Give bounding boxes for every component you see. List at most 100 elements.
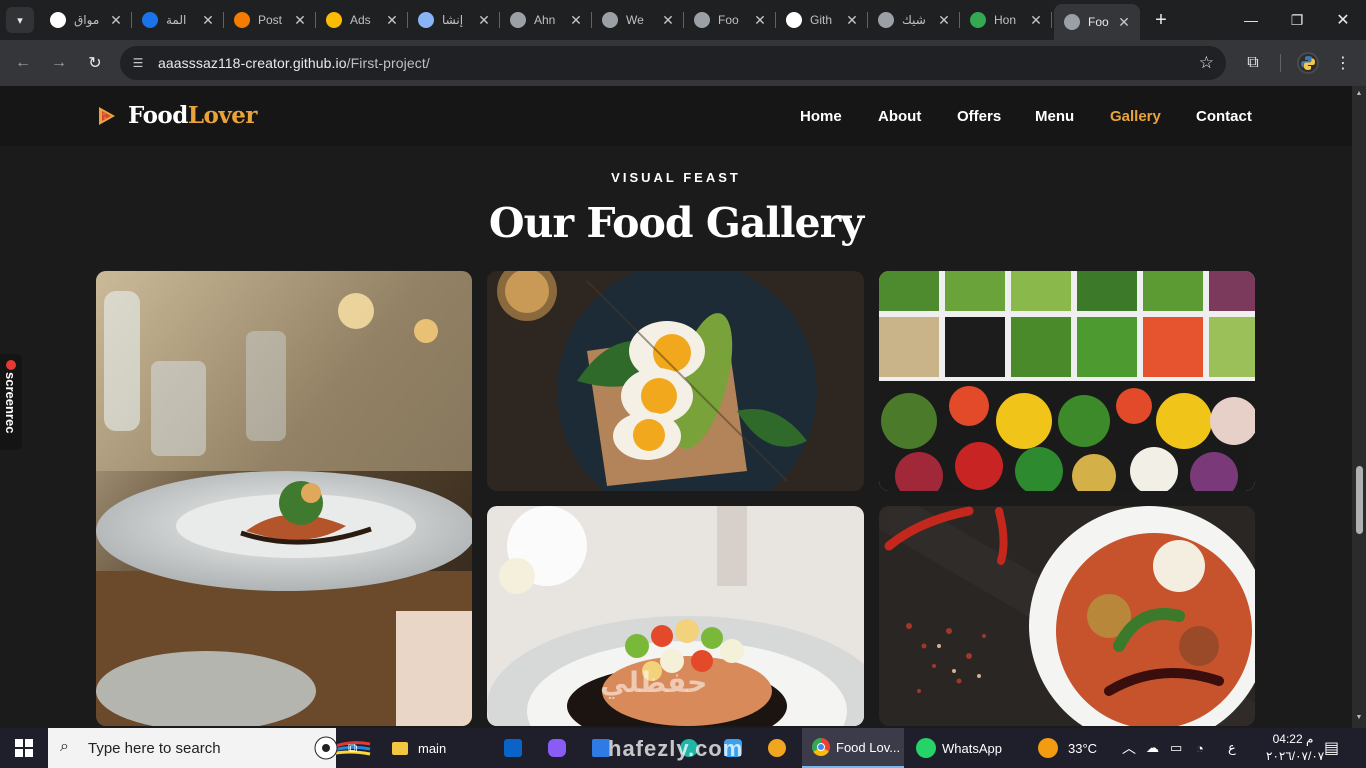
toolbar-divider xyxy=(1280,54,1281,72)
egg-avocado-toast-photo xyxy=(487,271,864,491)
tab-close-icon[interactable]: ✕ xyxy=(844,12,860,28)
site-logo[interactable]: FoodLover xyxy=(98,102,257,129)
forward-button[interactable]: → xyxy=(47,51,71,75)
browser-tab[interactable]: Ahn ✕ xyxy=(500,6,592,34)
search-icon: ⌕ xyxy=(60,738,69,755)
start-button[interactable] xyxy=(0,728,48,768)
whatsapp-icon xyxy=(916,738,936,758)
browser-tab[interactable]: مواق ✕ xyxy=(40,6,132,34)
site-header: FoodLover Home About Offers Menu Gallery Cont… xyxy=(0,86,1352,146)
restore-button[interactable]: ❐ xyxy=(1274,0,1320,40)
browser-tab[interactable]: Foo ✕ xyxy=(1054,4,1140,40)
taskbar-item-explorer[interactable]: main xyxy=(392,728,462,768)
tab-close-icon[interactable]: ✕ xyxy=(660,12,676,28)
tab-close-icon[interactable]: ✕ xyxy=(476,12,492,28)
tab-close-icon[interactable]: ✕ xyxy=(292,12,308,28)
gallery-item-salad-bar[interactable] xyxy=(879,271,1255,491)
page-scrollbar[interactable]: ▲ ▼ xyxy=(1352,86,1366,728)
tab-close-icon[interactable]: ✕ xyxy=(1028,12,1044,28)
tab-close-icon[interactable]: ✕ xyxy=(200,12,216,28)
weather-sun-icon xyxy=(1038,738,1058,758)
screenrec-widget[interactable]: screenrec xyxy=(0,354,22,450)
new-tab-button[interactable]: + xyxy=(1150,9,1172,31)
tab-close-icon[interactable]: ✕ xyxy=(384,12,400,28)
battery-icon[interactable]: ▭ xyxy=(1170,728,1182,768)
spiral-icon xyxy=(142,12,158,28)
browser-tab[interactable]: Gith ✕ xyxy=(776,6,868,34)
globe-icon xyxy=(1064,14,1080,30)
nav-link-menu[interactable]: Menu xyxy=(1035,108,1074,125)
vpn-shield-icon[interactable] xyxy=(768,728,790,768)
screenrec-label: screenrec xyxy=(3,372,18,434)
browser-tab[interactable]: إنشا ✕ xyxy=(408,6,500,34)
taskbar-search-box[interactable]: ⌕ Type here to search xyxy=(48,728,371,768)
outlook-icon[interactable] xyxy=(504,728,526,768)
nav-link-contact[interactable]: Contact xyxy=(1196,108,1252,125)
notifications-icon[interactable]: ▤ xyxy=(1324,728,1339,768)
tab-title: Post xyxy=(258,13,283,27)
nav-link-gallery[interactable]: Gallery xyxy=(1110,108,1161,125)
browser-tab[interactable]: We ✕ xyxy=(592,6,684,34)
task-view-icon[interactable]: ⧉ xyxy=(348,728,372,768)
folder-icon xyxy=(392,741,408,755)
address-bar[interactable]: ☰ aaasssaz118-creator.github.io/First-pr… xyxy=(120,46,1226,80)
back-button[interactable]: ← xyxy=(11,51,35,75)
taskbar-item-label: WhatsApp xyxy=(942,740,1002,756)
onedrive-icon[interactable]: ☁ xyxy=(1146,728,1159,768)
keyboard-language-indicator[interactable]: ع xyxy=(1228,728,1236,768)
curry-bowl-chili-photo xyxy=(879,506,1255,726)
site-settings-icon[interactable]: ☰ xyxy=(130,55,146,71)
nav-link-about[interactable]: About xyxy=(878,108,921,125)
gallery-item-curry-bowl[interactable] xyxy=(879,506,1255,726)
tab-title: مواق xyxy=(74,13,100,27)
pizza-slice-icon xyxy=(99,106,115,125)
tab-close-icon[interactable]: ✕ xyxy=(1116,14,1132,30)
nav-link-offers[interactable]: Offers xyxy=(957,108,1001,125)
taskbar-item-chrome[interactable]: Food Lov... xyxy=(802,728,904,768)
browser-tab[interactable]: Post ✕ xyxy=(224,6,316,34)
show-hidden-icons-icon[interactable]: ︿ xyxy=(1122,728,1136,768)
close-window-button[interactable]: ✕ xyxy=(1320,0,1366,40)
clock-date: ٢٠٢٦/٠٧/٠٧ xyxy=(1266,749,1325,763)
weather-widget[interactable]: 33°C xyxy=(1038,728,1097,768)
tab-title: Hon xyxy=(994,13,1017,27)
tab-title: Gith xyxy=(810,13,833,27)
tab-title: المة xyxy=(166,13,187,27)
browser-tab[interactable]: Hon ✕ xyxy=(960,6,1052,34)
chrome-menu-icon[interactable]: ⋮ xyxy=(1331,51,1355,75)
wifi-icon[interactable]: ◔ xyxy=(1196,728,1204,768)
search-placeholder: Type here to search xyxy=(88,739,221,757)
minimize-button[interactable]: — xyxy=(1228,0,1274,40)
browser-tab[interactable]: المة ✕ xyxy=(132,6,224,34)
blogger-icon xyxy=(234,12,250,28)
tab-search-button[interactable]: ▾ xyxy=(6,7,34,33)
tab-close-icon[interactable]: ✕ xyxy=(936,12,952,28)
globe-icon xyxy=(602,12,618,28)
tab-close-icon[interactable]: ✕ xyxy=(752,12,768,28)
extensions-icon[interactable]: ⧉ xyxy=(1241,51,1265,75)
scroll-thumb[interactable] xyxy=(1356,466,1363,534)
taskbar-item-whatsapp[interactable]: WhatsApp xyxy=(910,728,1010,768)
browser-tab[interactable]: Foo ✕ xyxy=(684,6,776,34)
scroll-up-icon[interactable]: ▲ xyxy=(1355,90,1363,98)
temperature-text: 33°C xyxy=(1068,740,1098,756)
browser-tab[interactable]: Ads ✕ xyxy=(316,6,408,34)
nav-link-home[interactable]: Home xyxy=(800,108,842,125)
tab-title: Foo xyxy=(1088,15,1109,29)
bookmark-star-icon[interactable]: ☆ xyxy=(1199,53,1214,73)
google-drive-icon xyxy=(970,12,986,28)
gallery-item-plated-fine-dining[interactable] xyxy=(96,271,472,726)
tab-close-icon[interactable]: ✕ xyxy=(108,12,124,28)
tab-title: شيك xyxy=(902,13,926,27)
gallery-item-egg-avocado-toast[interactable] xyxy=(487,271,864,491)
scroll-down-icon[interactable]: ▼ xyxy=(1355,714,1363,722)
profile-avatar[interactable] xyxy=(1297,52,1319,74)
tab-close-icon[interactable]: ✕ xyxy=(568,12,584,28)
reload-button[interactable]: ↻ xyxy=(83,51,107,75)
tab-title: Foo xyxy=(718,13,739,27)
browser-tab[interactable]: شيك ✕ xyxy=(868,6,960,34)
clock-time: 04:22 م xyxy=(1272,732,1314,746)
url-text[interactable]: aaasssaz118-creator.github.io/First-proj… xyxy=(158,55,430,71)
copilot-icon[interactable] xyxy=(548,728,570,768)
system-clock[interactable]: 04:22 م ٢٠٢٦/٠٧/٠٧ xyxy=(1266,731,1325,765)
